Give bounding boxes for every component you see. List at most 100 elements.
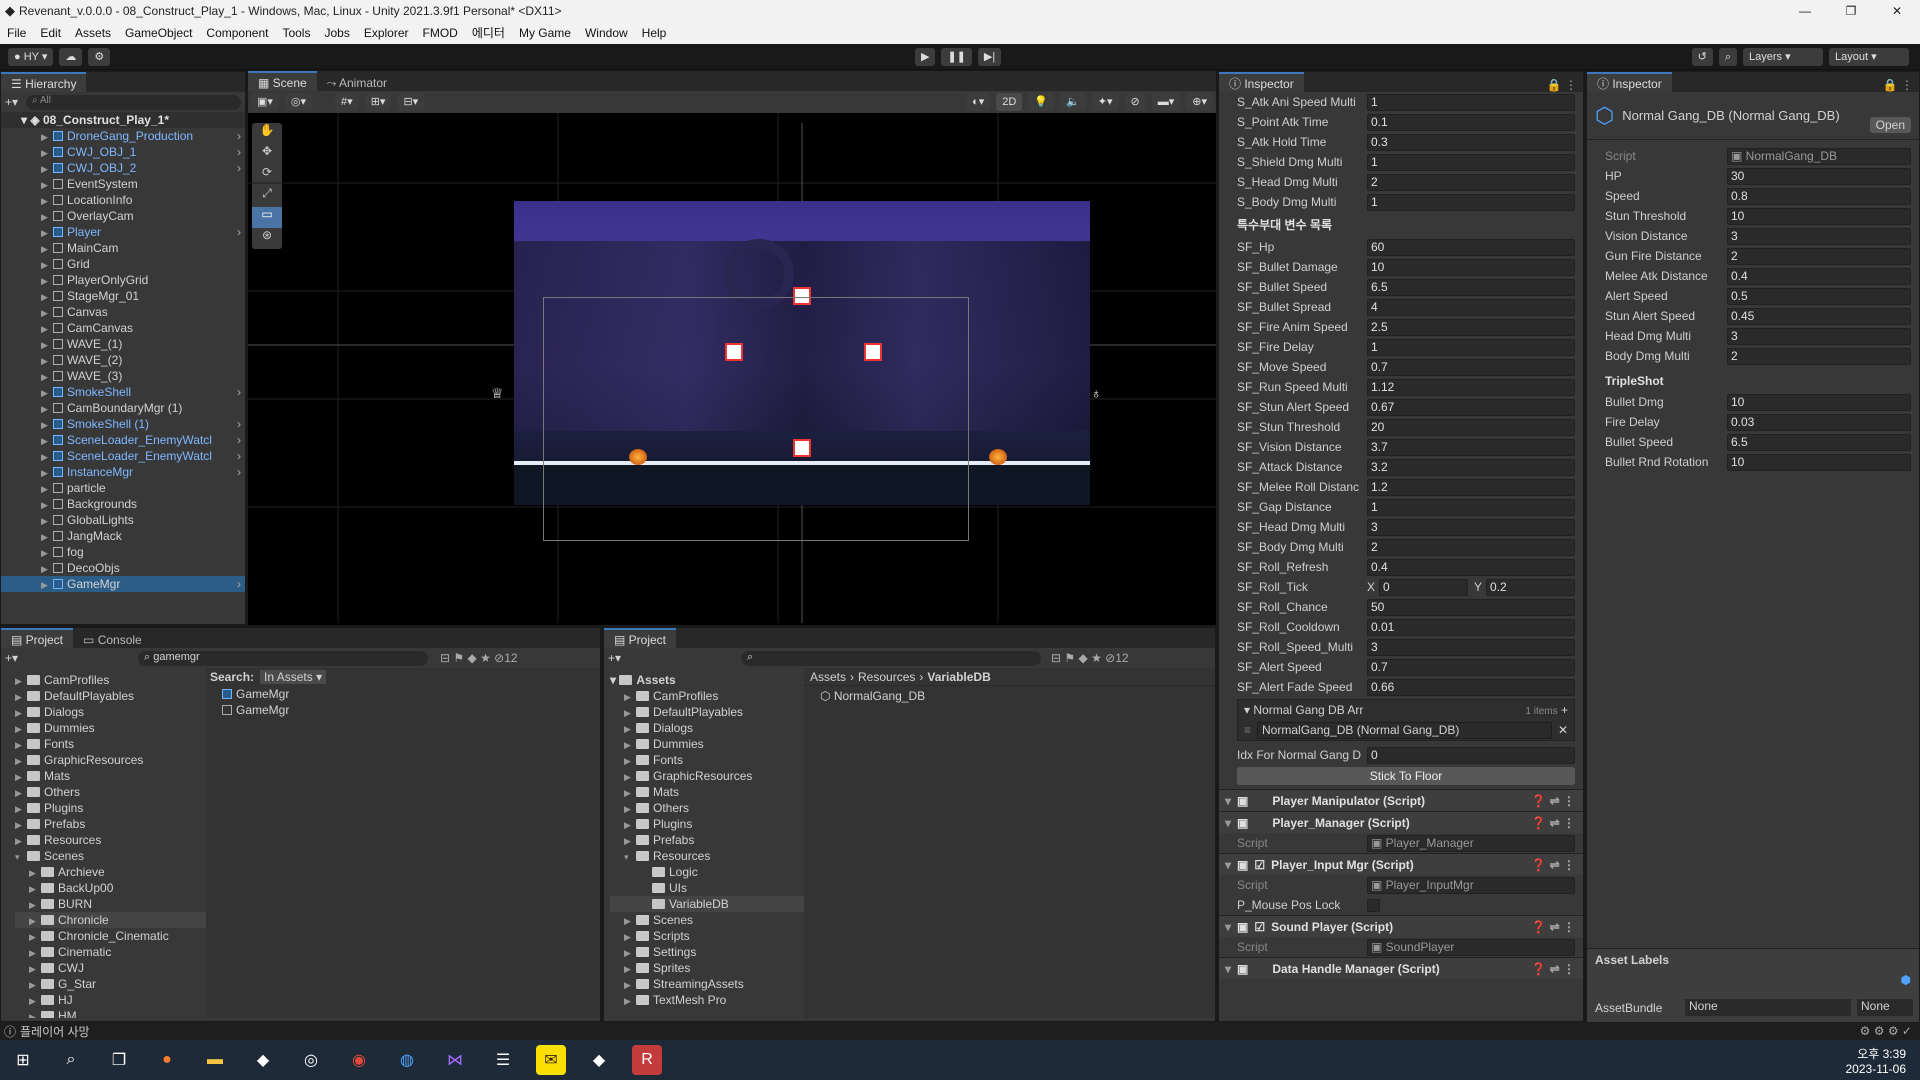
foldout-arrow-icon[interactable]: ▶ <box>41 529 53 544</box>
property-input[interactable]: 0.01 <box>1367 618 1575 636</box>
project-search-input[interactable]: ⌕ gamemgr <box>138 650 429 666</box>
tab-scene[interactable]: ▦ Scene <box>248 71 317 91</box>
project-folder[interactable]: ▶ Prefabs <box>610 832 804 848</box>
hierarchy-item[interactable]: ▶ CamCanvas <box>1 320 245 336</box>
layers-dropdown[interactable]: Layers ▾ <box>1743 47 1823 66</box>
app-icon[interactable]: ◍ <box>392 1045 422 1075</box>
pause-button[interactable]: ❚❚ <box>941 47 972 66</box>
lock-icon[interactable]: 🔒 ⋮ <box>1877 78 1919 92</box>
hierarchy-item[interactable]: ▶ InstanceMgr › <box>1 464 245 480</box>
project-folder[interactable]: ▶ Chronicle_Cinematic <box>15 928 206 944</box>
add-icon[interactable]: +▾ <box>5 95 18 109</box>
hierarchy-item[interactable]: ▶ PlayerOnlyGrid <box>1 272 245 288</box>
property-input[interactable]: 1 <box>1367 338 1575 356</box>
tab-hierarchy[interactable]: ☰ Hierarchy <box>1 72 87 92</box>
tab-project-2[interactable]: ▤ Project <box>604 628 677 648</box>
search-icon[interactable]: ⌕ <box>1718 47 1737 66</box>
create-icon[interactable]: +▾ <box>608 651 621 665</box>
task-view-icon[interactable]: ❐ <box>104 1045 134 1075</box>
project-folder[interactable]: ▶ Chronicle <box>15 912 206 928</box>
project-folder[interactable]: ▶ G_Star <box>15 976 206 992</box>
filter-icons[interactable]: ⊟ ⚑ ◆ ★ ⊘12 <box>440 651 518 665</box>
property-input[interactable]: 60 <box>1367 238 1575 256</box>
project-folder[interactable]: ▾ Resources <box>610 848 804 864</box>
chevron-right-icon[interactable]: › <box>237 384 241 400</box>
project-folder[interactable]: ▶ Fonts <box>15 736 206 752</box>
close-button[interactable]: ✕ <box>1874 4 1920 18</box>
grid-snap-dropdown[interactable]: #▾ <box>335 93 359 111</box>
foldout-arrow-icon[interactable]: ▶ <box>41 417 53 432</box>
mouse-pos-lock-checkbox[interactable] <box>1367 898 1380 912</box>
create-icon[interactable]: +▾ <box>5 651 18 665</box>
search-result-item[interactable]: GameMgr <box>222 702 600 718</box>
hierarchy-item[interactable]: ▶ DroneGang_Production › <box>1 128 245 144</box>
foldout-arrow-icon[interactable]: ▶ <box>41 305 53 320</box>
project-folder[interactable]: ▶ Dialogs <box>610 720 804 736</box>
database-icon[interactable]: ☰ <box>488 1045 518 1075</box>
project-folder[interactable]: ▶ Settings <box>610 944 804 960</box>
array-add-icon[interactable]: + <box>1561 703 1568 717</box>
cloud-icon[interactable]: ☁ <box>59 47 83 66</box>
hierarchy-item[interactable]: ▶ fog <box>1 544 245 560</box>
stick-to-floor-button[interactable]: Stick To Floor <box>1237 767 1575 785</box>
menu-item[interactable]: My Game <box>512 22 578 44</box>
step-button[interactable]: ▶| <box>977 47 1002 66</box>
assets-root[interactable]: ▾ Assets <box>610 672 804 688</box>
property-input[interactable]: 4 <box>1367 298 1575 316</box>
hierarchy-item[interactable]: ▶ Backgrounds <box>1 496 245 512</box>
foldout-arrow-icon[interactable]: ▶ <box>41 257 53 272</box>
foldout-arrow-icon[interactable]: ▶ <box>41 273 53 288</box>
menu-item[interactable]: Tools <box>275 22 317 44</box>
chrome-icon[interactable]: ◉ <box>344 1045 374 1075</box>
property-input[interactable]: 2.5 <box>1367 318 1575 336</box>
hierarchy-item[interactable]: ▶ SceneLoader_EnemyWatcl › <box>1 432 245 448</box>
menu-item[interactable]: Window <box>578 22 635 44</box>
remove-item-icon[interactable]: ✕ <box>1558 723 1568 737</box>
property-input[interactable]: 0.66 <box>1367 678 1575 696</box>
property-input[interactable]: 3 <box>1367 638 1575 656</box>
array-item-field[interactable]: NormalGang_DB (Normal Gang_DB) <box>1257 721 1552 739</box>
property-input[interactable]: 0.67 <box>1367 398 1575 416</box>
chevron-right-icon[interactable]: › <box>237 144 241 160</box>
kakaotalk-icon[interactable]: ✉ <box>536 1045 566 1075</box>
2d-toggle[interactable]: 2D <box>996 93 1023 111</box>
breadcrumb-item[interactable]: VariableDB <box>927 670 990 684</box>
project-folder[interactable]: ▶ Mats <box>15 768 206 784</box>
open-button[interactable]: Open <box>1869 116 1911 133</box>
foldout-arrow-icon[interactable]: ▶ <box>41 161 53 176</box>
project-folder[interactable]: ▶ GraphicResources <box>610 768 804 784</box>
project-folder[interactable]: ▶ Dummies <box>15 720 206 736</box>
draw-mode-dropdown[interactable]: ▣▾ <box>251 93 279 111</box>
minimize-button[interactable]: — <box>1782 4 1828 18</box>
camera-dropdown[interactable]: ▬▾ <box>1151 93 1181 111</box>
foldout-arrow-icon[interactable]: ▶ <box>41 577 53 592</box>
foldout-arrow-icon[interactable]: ▶ <box>41 561 53 576</box>
scene-root[interactable]: ▾ ◈ 08_Construct_Play_1* <box>1 112 245 128</box>
firefox-icon[interactable]: ● <box>152 1045 182 1075</box>
property-input[interactable]: 6.5 <box>1727 433 1911 451</box>
filter-icons[interactable]: ⊟ ⚑ ◆ ★ ⊘12 <box>1051 651 1129 665</box>
menu-item[interactable]: Component <box>199 22 275 44</box>
chevron-right-icon[interactable]: › <box>237 576 241 592</box>
property-input[interactable]: 10 <box>1727 393 1911 411</box>
property-input[interactable]: 2 <box>1727 347 1911 365</box>
property-input[interactable]: 0.7 <box>1367 358 1575 376</box>
hierarchy-item[interactable]: ▶ Canvas <box>1 304 245 320</box>
foldout-arrow-icon[interactable]: ▶ <box>41 209 53 224</box>
layout-dropdown[interactable]: Layout ▾ <box>1829 47 1909 66</box>
tab-animator[interactable]: ⤳ Animator <box>316 71 398 91</box>
hierarchy-search[interactable]: ⌕ All <box>26 94 241 110</box>
align-dropdown[interactable]: ⊟▾ <box>397 93 425 111</box>
render-mode-dropdown[interactable]: ◎▾ <box>284 93 313 111</box>
property-input[interactable]: 0.4 <box>1727 267 1911 285</box>
property-input[interactable]: 50 <box>1367 598 1575 616</box>
hierarchy-item[interactable]: ▶ SmokeShell › <box>1 384 245 400</box>
hierarchy-item[interactable]: ▶ DecoObjs <box>1 560 245 576</box>
in-assets-dropdown[interactable]: In Assets ▾ <box>260 670 327 684</box>
property-input[interactable]: 20 <box>1367 418 1575 436</box>
project-folder[interactable]: ▾ Scenes <box>15 848 206 864</box>
maximize-button[interactable]: ❐ <box>1828 4 1874 18</box>
project-folder[interactable]: ▶ Archieve <box>15 864 206 880</box>
project-folder[interactable]: ▶ Cinematic <box>15 944 206 960</box>
property-input[interactable]: 0.1 <box>1367 113 1575 131</box>
